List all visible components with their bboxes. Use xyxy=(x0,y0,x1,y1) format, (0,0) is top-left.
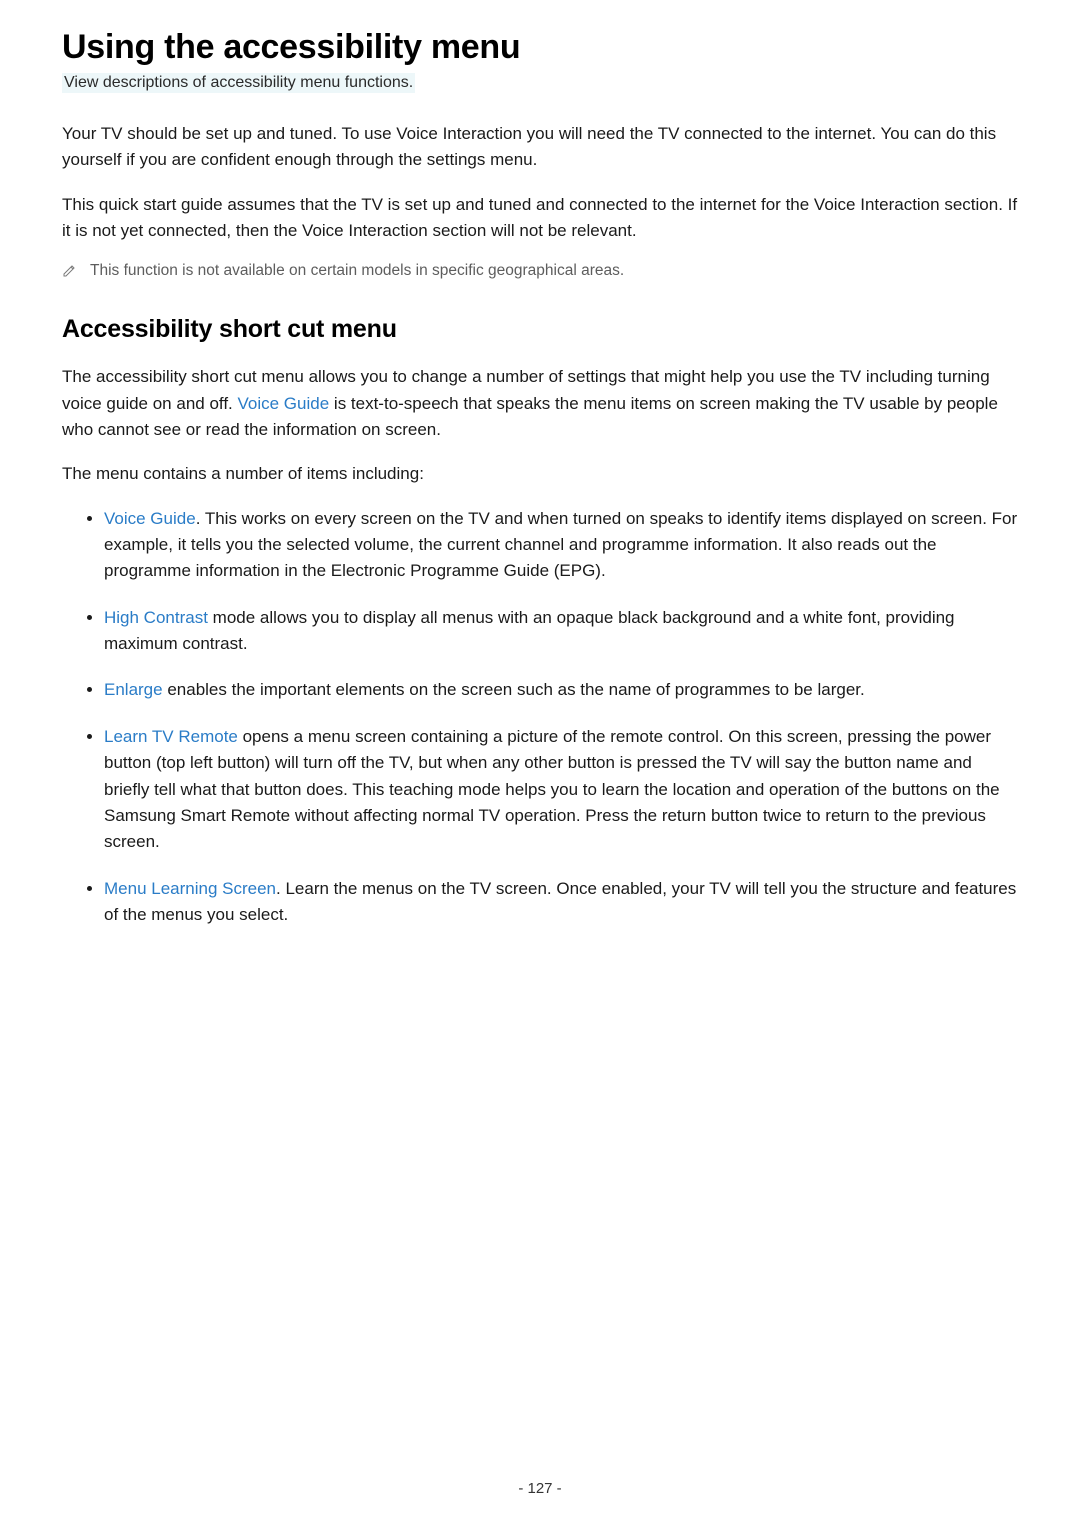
note-row: This function is not available on certai… xyxy=(62,262,1018,283)
intro-paragraph-1: Your TV should be set up and tuned. To u… xyxy=(62,121,1018,174)
feature-desc: enables the important elements on the sc… xyxy=(163,680,865,699)
feature-name: Menu Learning Screen xyxy=(104,879,276,898)
feature-desc: opens a menu screen containing a picture… xyxy=(104,727,1000,851)
list-item: High Contrast mode allows you to display… xyxy=(104,605,1018,658)
page-number: - 127 - xyxy=(0,1480,1080,1497)
list-item: Learn TV Remote opens a menu screen cont… xyxy=(104,724,1018,856)
note-text: This function is not available on certai… xyxy=(90,262,624,280)
list-item: Enlarge enables the important elements o… xyxy=(104,677,1018,703)
subtitle-highlight: View descriptions of accessibility menu … xyxy=(62,73,415,93)
feature-desc: mode allows you to display all menus wit… xyxy=(104,608,955,653)
feature-name: High Contrast xyxy=(104,608,208,627)
intro-paragraph-2: This quick start guide assumes that the … xyxy=(62,192,1018,245)
list-item: Menu Learning Screen. Learn the menus on… xyxy=(104,876,1018,929)
section-heading: Accessibility short cut menu xyxy=(62,315,1018,344)
feature-list: Voice Guide. This works on every screen … xyxy=(62,506,1018,928)
pencil-icon xyxy=(62,264,76,283)
feature-desc: . This works on every screen on the TV a… xyxy=(104,509,1017,581)
section-description: The accessibility short cut menu allows … xyxy=(62,364,1018,443)
feature-voice-guide-inline: Voice Guide xyxy=(238,394,330,413)
feature-name: Voice Guide xyxy=(104,509,196,528)
feature-name: Enlarge xyxy=(104,680,163,699)
page-title: Using the accessibility menu xyxy=(62,28,1018,67)
feature-name: Learn TV Remote xyxy=(104,727,238,746)
subtitle-text: View descriptions of accessibility menu … xyxy=(64,74,413,91)
list-item: Voice Guide. This works on every screen … xyxy=(104,506,1018,585)
list-lead-in: The menu contains a number of items incl… xyxy=(62,461,1018,487)
